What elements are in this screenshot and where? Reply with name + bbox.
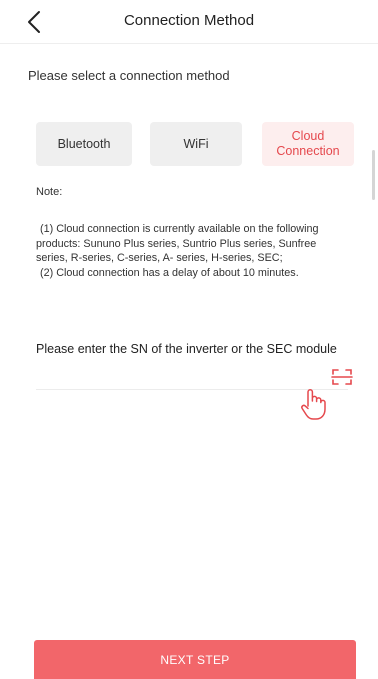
cloud-connection-button[interactable]: Cloud Connection [262,122,354,166]
page-title: Connection Method [123,12,255,29]
note-body: (1) Cloud connection is currently availa… [36,222,348,280]
next-step-button-label: NEXT STEP [160,652,230,667]
scrollbar-thumb[interactable] [372,150,375,200]
scan-icon [331,369,353,385]
wifi-button-label: WiFi [183,136,209,151]
wifi-button[interactable]: WiFi [150,122,242,166]
note-line-2: (2) Cloud connection has a delay of abou… [40,266,299,279]
note-line-1: (1) Cloud connection is currently availa… [36,223,319,264]
note-title: Note: [36,186,63,198]
bluetooth-button-label: Bluetooth [57,136,111,151]
sn-input[interactable] [36,368,326,390]
instruction-text: Please select a connection method [28,68,230,83]
bluetooth-button[interactable]: Bluetooth [36,122,132,166]
sn-label: Please enter the SN of the inverter or t… [36,342,337,356]
scan-button[interactable] [331,367,353,387]
sn-input-underline [36,389,348,390]
next-step-button[interactable]: NEXT STEP [34,640,356,679]
cloud-connection-button-label: Cloud Connection [276,129,340,158]
pointer-hand-icon [301,389,326,420]
header-bar: Connection Method [0,0,378,44]
